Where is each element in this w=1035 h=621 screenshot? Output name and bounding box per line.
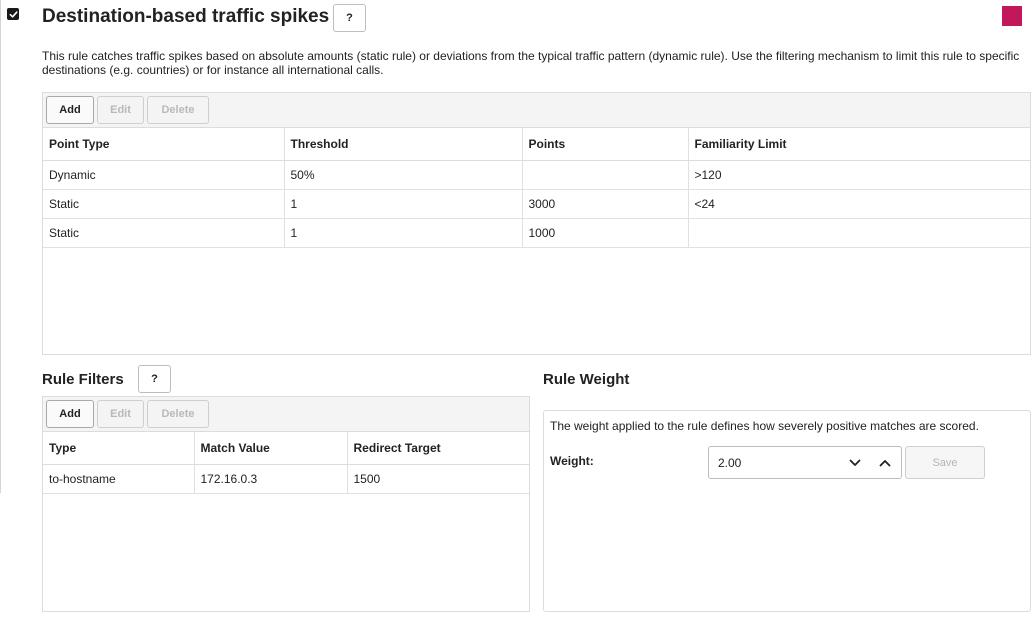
rule-filters-help-button[interactable]: ? xyxy=(138,365,171,393)
rule-weight-description: The weight applied to the rule defines h… xyxy=(550,419,979,433)
table-row[interactable]: to-hostname 172.16.0.3 1500 xyxy=(43,464,529,494)
edit-point-button[interactable]: Edit xyxy=(97,96,144,124)
table-row[interactable]: Static 1 1000 xyxy=(43,218,1030,248)
column-header[interactable]: Type xyxy=(43,432,195,465)
column-header[interactable]: Familiarity Limit xyxy=(688,128,1030,161)
filters-header-row: Type Match Value Redirect Target xyxy=(43,432,529,465)
threshold-cell: 50% xyxy=(284,160,523,190)
column-header[interactable]: Points xyxy=(522,128,689,161)
weight-value: 2.00 xyxy=(718,455,742,470)
rule-filters-title: Rule Filters xyxy=(42,371,124,388)
check-icon xyxy=(9,10,18,18)
column-header[interactable]: Threshold xyxy=(284,128,523,161)
points-header-row: Point Type Threshold Points Familiarity … xyxy=(43,128,1030,161)
edit-filter-button[interactable]: Edit xyxy=(97,400,144,428)
weight-label: Weight: xyxy=(550,454,594,468)
points-cell: 3000 xyxy=(522,189,689,219)
delete-point-button[interactable]: Delete xyxy=(147,96,209,124)
points-cell: 1000 xyxy=(522,218,689,248)
threshold-cell: 1 xyxy=(284,189,523,219)
chevron-up-icon[interactable] xyxy=(877,455,893,471)
table-row[interactable]: Dynamic 50% >120 xyxy=(43,160,1030,190)
column-header[interactable]: Point Type xyxy=(43,128,285,161)
point-type-cell: Static xyxy=(43,218,285,248)
familiarity-limit-cell: >120 xyxy=(688,160,1030,190)
save-weight-button[interactable]: Save xyxy=(905,446,985,479)
chevron-down-icon[interactable] xyxy=(847,455,863,471)
points-cell xyxy=(522,160,689,190)
delete-filter-button[interactable]: Delete xyxy=(147,400,209,428)
redirect-target-cell: 1500 xyxy=(347,464,529,494)
left-rail xyxy=(0,0,1,493)
column-header[interactable]: Match Value xyxy=(194,432,348,465)
rule-weight-title: Rule Weight xyxy=(543,371,630,388)
points-grid: Add Edit Delete Point Type Threshold Poi… xyxy=(42,92,1031,355)
point-type-cell: Dynamic xyxy=(43,160,285,190)
rule-enabled-checkbox[interactable] xyxy=(7,8,19,20)
filters-table: Type Match Value Redirect Target to-host… xyxy=(43,432,529,494)
rule-color-swatch[interactable] xyxy=(1002,6,1022,26)
rule-description: This rule catches traffic spikes based o… xyxy=(42,49,1020,77)
point-type-cell: Static xyxy=(43,189,285,219)
add-point-button[interactable]: Add xyxy=(46,96,94,124)
familiarity-limit-cell: <24 xyxy=(688,189,1030,219)
points-table: Point Type Threshold Points Familiarity … xyxy=(43,128,1030,248)
add-filter-button[interactable]: Add xyxy=(46,400,94,428)
rule-weight-panel: The weight applied to the rule defines h… xyxy=(543,410,1031,612)
weight-input[interactable]: 2.00 xyxy=(708,446,902,479)
rule-filters-grid: Add Edit Delete Type Match Value Redirec… xyxy=(42,396,530,612)
rule-help-button[interactable]: ? xyxy=(333,4,366,32)
threshold-cell: 1 xyxy=(284,218,523,248)
familiarity-limit-cell xyxy=(688,218,1030,248)
points-toolbar: Add Edit Delete xyxy=(43,93,1030,128)
table-row[interactable]: Static 1 3000 <24 xyxy=(43,189,1030,219)
column-header[interactable]: Redirect Target xyxy=(347,432,529,465)
match-value-cell: 172.16.0.3 xyxy=(194,464,348,494)
filters-toolbar: Add Edit Delete xyxy=(43,397,529,432)
page-title: Destination-based traffic spikes xyxy=(42,6,330,27)
filter-type-cell: to-hostname xyxy=(43,464,195,494)
